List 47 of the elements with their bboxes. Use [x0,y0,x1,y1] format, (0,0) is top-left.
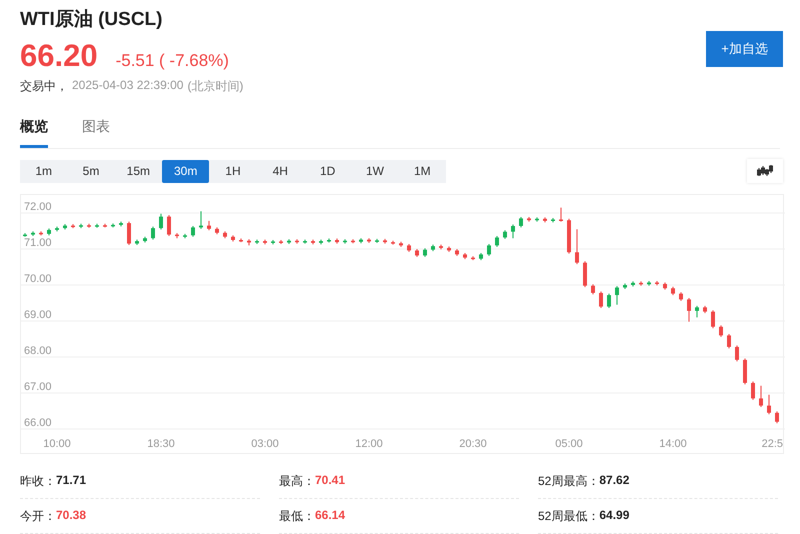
x-axis-label: 12:00 [355,438,383,450]
y-axis-label: 71.00 [24,237,52,249]
stat-value: 71.71 [56,473,86,489]
x-axis-label: 22:5 [762,438,783,450]
y-axis-label: 70.00 [24,273,52,285]
x-axis-label: 18:30 [147,438,175,450]
stat-label: 最低： [279,508,315,525]
interval-button[interactable]: 1D [304,160,352,182]
tab[interactable]: 图表 [82,117,110,148]
stat-value: 87.62 [599,473,630,489]
interval-button[interactable]: 1m [20,160,68,182]
stat-label: 52周最高： [538,473,600,490]
y-axis-label: 67.00 [24,381,52,393]
price-change: -5.51 ( -7.68%) [116,51,229,71]
stat-value: 64.99 [599,508,630,524]
x-axis-label: 10:00 [43,438,71,450]
interval-button[interactable]: 30m [162,160,210,182]
x-axis-label: 14:00 [659,438,687,450]
interval-button[interactable]: 1W [351,160,399,182]
y-axis-label: 66.00 [24,417,52,429]
instrument-title: WTI原油 (USCL) [20,8,164,32]
y-axis-label: 69.00 [24,309,52,321]
x-axis-label: 20:30 [459,438,487,450]
y-axis-label: 68.00 [24,345,52,357]
stat-label: 最高： [279,473,315,490]
stat-label: 今开： [20,508,56,525]
candlestick-icon [757,165,773,177]
x-axis-label: 05:00 [555,438,583,450]
price: 66.20 [20,38,98,74]
stat-value: 70.38 [56,508,86,524]
interval-button[interactable]: 1M [398,160,446,182]
interval-button[interactable]: 1H [209,160,257,182]
interval-button[interactable]: 5m [67,160,115,182]
stat-label: 昨收： [20,473,56,490]
stat-value: 70.41 [315,473,346,489]
y-axis-label: 72.00 [24,201,52,213]
trading-status: 交易中， [20,78,68,95]
stat-label: 52周最低： [538,508,600,525]
interval-button[interactable]: 4H [256,160,304,182]
add-watchlist-button[interactable]: +加自选 [706,31,783,67]
tab[interactable]: 概览 [20,117,48,148]
chart-type-button[interactable] [747,159,783,183]
interval-button[interactable]: 15m [114,160,162,182]
timestamp: 2025-04-03 22:39:00 [72,78,184,94]
x-axis-label: 03:00 [251,438,279,450]
timezone: (北京时间) [187,78,244,95]
stat-value: 66.14 [315,508,346,524]
